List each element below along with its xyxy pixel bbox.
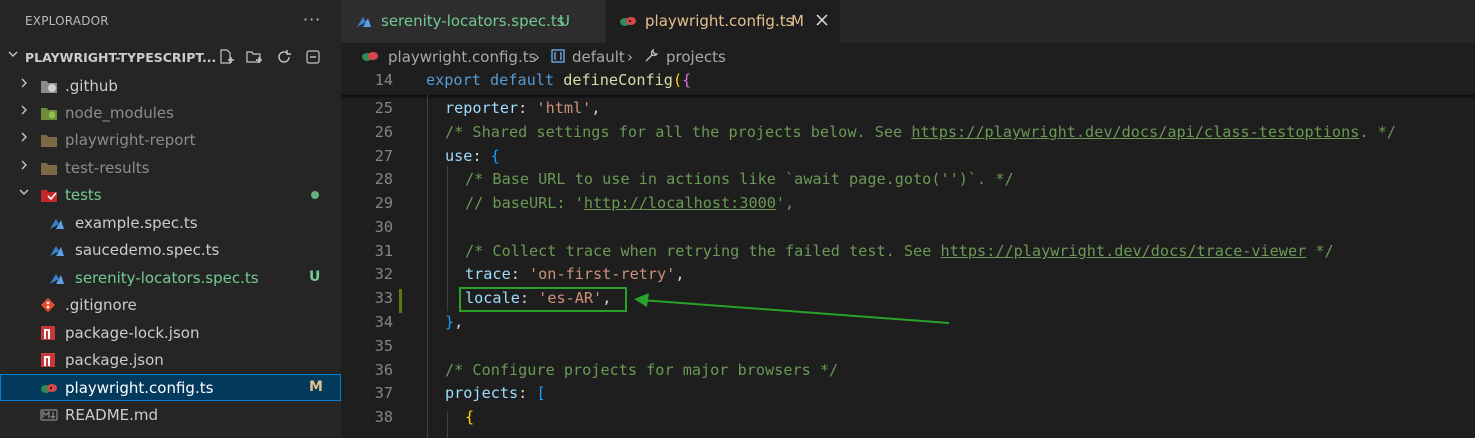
tree-item-test-results[interactable]: test-results bbox=[0, 154, 341, 181]
folder-icon bbox=[40, 160, 57, 176]
tree-item-readme[interactable]: README.md bbox=[0, 401, 341, 428]
chevron-down-icon bbox=[7, 48, 19, 63]
tree-item-label: serenity-locators.spec.ts bbox=[75, 269, 259, 287]
project-name: PLAYWRIGHT-TYPESCRIPT... bbox=[25, 50, 217, 65]
tree-item-label: .gitignore bbox=[65, 296, 137, 314]
modified-dot-icon bbox=[311, 191, 319, 199]
annotation-arrow-icon bbox=[634, 293, 950, 324]
tree-item-playwright-config[interactable]: playwright.config.ts M bbox=[0, 374, 341, 401]
tree-item-package-lock[interactable]: package-lock.json bbox=[0, 319, 341, 346]
tree-item-label: .github bbox=[65, 77, 118, 95]
tree-item-serenity-locators-spec[interactable]: serenity-locators.spec.ts U bbox=[0, 264, 341, 291]
tree-item-tests[interactable]: tests bbox=[0, 181, 341, 208]
new-folder-icon[interactable] bbox=[245, 48, 263, 66]
tree-item-label: test-results bbox=[65, 159, 150, 177]
tree-item-label: package-lock.json bbox=[65, 324, 200, 342]
markdown-icon bbox=[40, 407, 58, 423]
playwright-test-icon bbox=[48, 215, 64, 231]
folder-icon bbox=[40, 132, 57, 148]
tree-item-saucedemo-spec[interactable]: saucedemo.spec.ts bbox=[0, 236, 341, 263]
untracked-badge: U bbox=[309, 269, 321, 285]
tree-item-label: README.md bbox=[65, 406, 159, 424]
node-folder-icon bbox=[40, 105, 57, 121]
tree-item-github[interactable]: .github bbox=[0, 72, 341, 99]
tree-item-label: saucedemo.spec.ts bbox=[75, 241, 220, 259]
playwright-test-icon bbox=[48, 270, 64, 286]
tree-item-node-modules[interactable]: node_modules bbox=[0, 99, 341, 126]
editor-area: serenity-locators.spec.ts U playwright.c… bbox=[341, 0, 1475, 438]
playwright-config-icon bbox=[40, 380, 57, 396]
npm-icon bbox=[40, 352, 56, 368]
git-icon bbox=[40, 297, 56, 313]
refresh-icon[interactable] bbox=[275, 48, 293, 66]
tree-item-package-json[interactable]: package.json bbox=[0, 346, 341, 373]
collapse-all-icon[interactable] bbox=[304, 48, 322, 66]
explorer-title: EXPLORADOR bbox=[25, 14, 109, 28]
modified-badge: M bbox=[309, 379, 323, 395]
tree-item-label: playwright-report bbox=[65, 131, 196, 149]
chevron-right-icon bbox=[18, 159, 30, 174]
npm-icon bbox=[40, 325, 56, 341]
tree-item-example-spec[interactable]: example.spec.ts bbox=[0, 209, 341, 236]
tree-item-label: playwright.config.ts bbox=[65, 379, 214, 397]
tree-item-label: tests bbox=[65, 186, 102, 204]
new-file-icon[interactable] bbox=[217, 48, 235, 66]
chevron-right-icon bbox=[18, 104, 30, 119]
tree-item-label: node_modules bbox=[65, 104, 174, 122]
github-folder-icon bbox=[40, 78, 57, 94]
chevron-right-icon bbox=[18, 77, 30, 92]
chevron-right-icon bbox=[18, 131, 30, 146]
chevron-down-icon bbox=[18, 186, 30, 201]
explorer-sidebar: EXPLORADOR ··· PLAYWRIGHT-TYPESCRIPT... … bbox=[0, 0, 341, 438]
tree-item-label: example.spec.ts bbox=[75, 214, 198, 232]
playwright-test-icon bbox=[48, 242, 64, 258]
tree-item-gitignore[interactable]: .gitignore bbox=[0, 291, 341, 318]
tree-item-playwright-report[interactable]: playwright-report bbox=[0, 126, 341, 153]
tree-item-label: package.json bbox=[65, 351, 164, 369]
ellipsis-icon[interactable]: ··· bbox=[303, 10, 321, 29]
test-folder-icon bbox=[40, 187, 57, 203]
project-header[interactable]: PLAYWRIGHT-TYPESCRIPT... bbox=[0, 45, 341, 71]
